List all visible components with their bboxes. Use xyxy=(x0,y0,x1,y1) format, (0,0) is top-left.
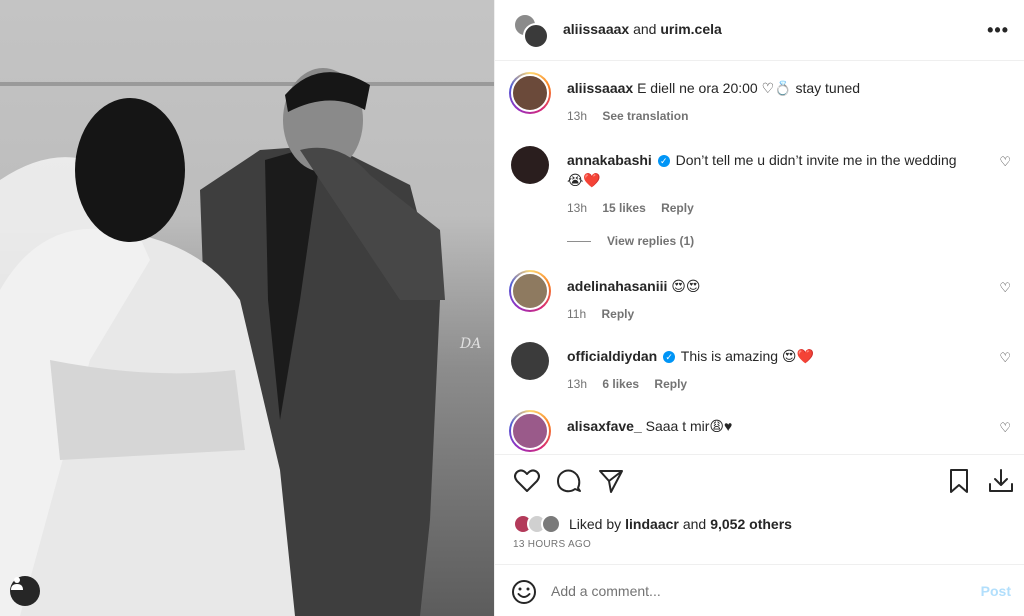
wedding-photo: DA xyxy=(0,0,494,616)
comment-username[interactable]: adelinahasaniii xyxy=(567,278,667,294)
verified-badge-icon: ✓ xyxy=(657,155,670,167)
comment-username[interactable]: alisaxfave_ xyxy=(567,418,642,434)
reply-button[interactable]: Reply xyxy=(601,307,634,321)
comment-time[interactable]: 13h xyxy=(567,201,587,215)
likes-count[interactable]: 9,052 others xyxy=(710,516,792,532)
reply-button[interactable]: Reply xyxy=(661,201,694,215)
comment-like-heart-icon[interactable]: ♡ xyxy=(999,280,1011,296)
story-ring[interactable] xyxy=(509,270,551,312)
story-ring[interactable] xyxy=(509,72,551,114)
author-username[interactable]: aliissaaax xyxy=(563,21,629,37)
liked-by-joiner: and xyxy=(682,516,707,532)
comment-icon[interactable] xyxy=(555,467,583,495)
avatar xyxy=(511,272,549,310)
comment-like-heart-icon[interactable]: ♡ xyxy=(999,420,1011,436)
post-photo[interactable]: DA xyxy=(0,0,494,616)
avatar xyxy=(511,412,549,450)
story-ring[interactable] xyxy=(509,410,551,452)
avatar xyxy=(541,514,561,534)
comment-like-heart-icon[interactable]: ♡ xyxy=(999,154,1011,170)
user-tag-icon[interactable] xyxy=(10,576,40,606)
comment-like-heart-icon[interactable]: ♡ xyxy=(999,350,1011,366)
liked-by-prefix: Liked by xyxy=(569,516,622,532)
coauthor-username[interactable]: urim.cela xyxy=(660,21,721,37)
post-details-panel: aliissaaax and urim.cela ••• aliissaaax … xyxy=(494,0,1024,616)
see-translation-link[interactable]: See translation xyxy=(602,109,688,123)
avatar[interactable] xyxy=(511,342,549,380)
caption-text: E diell ne ora 20:00 ♡💍 stay tuned xyxy=(637,80,861,96)
comment-time[interactable]: 13h xyxy=(567,377,587,391)
caption-time[interactable]: 13h xyxy=(567,109,587,123)
avatar[interactable] xyxy=(511,146,549,184)
comment-text: This is amazing 😍❤️ xyxy=(680,348,814,364)
heart-icon[interactable] xyxy=(513,467,541,495)
comment-text: Saaa t mir😩♥ xyxy=(645,418,733,434)
liker-avatars[interactable] xyxy=(513,513,569,535)
comment-username[interactable]: officialdiydan xyxy=(567,348,657,364)
share-icon[interactable] xyxy=(597,467,625,495)
download-icon[interactable] xyxy=(987,467,1015,495)
add-comment-bar: Post xyxy=(495,564,1024,616)
comments-list[interactable]: aliissaaax E diell ne ora 20:00 ♡💍 stay … xyxy=(495,62,1024,454)
post-timestamp[interactable]: 13 HOURS AGO xyxy=(513,539,591,550)
liked-by: Liked by lindaacr and 9,052 others xyxy=(513,513,792,535)
post-header: aliissaaax and urim.cela ••• xyxy=(495,0,1024,61)
avatar xyxy=(511,74,549,112)
comment-text: 😍😍 xyxy=(671,278,701,294)
comment-likes[interactable]: 6 likes xyxy=(602,377,639,391)
avatar xyxy=(523,23,549,49)
reply-button[interactable]: Reply xyxy=(654,377,687,391)
more-icon[interactable]: ••• xyxy=(987,20,1009,41)
post-button[interactable]: Post xyxy=(981,583,1011,599)
post-authors: aliissaaax and urim.cela xyxy=(563,21,722,37)
caption-username[interactable]: aliissaaax xyxy=(567,80,633,96)
comment-input[interactable] xyxy=(551,579,951,603)
verified-badge-icon: ✓ xyxy=(663,351,676,363)
liked-by-username[interactable]: lindaacr xyxy=(625,516,679,532)
comment-time[interactable]: 11h xyxy=(567,307,586,321)
collab-avatars[interactable] xyxy=(513,13,549,49)
photo-watermark: DA xyxy=(459,336,481,352)
comment-likes[interactable]: 15 likes xyxy=(602,201,645,215)
emoji-icon[interactable] xyxy=(511,579,537,605)
view-replies-button[interactable]: View replies (1) xyxy=(567,234,694,248)
bookmark-icon[interactable] xyxy=(945,467,973,495)
post-actions: Liked by lindaacr and 9,052 others 13 HO… xyxy=(495,454,1024,564)
authors-joiner: and xyxy=(633,21,657,37)
comment-username[interactable]: annakabashi xyxy=(567,152,652,168)
